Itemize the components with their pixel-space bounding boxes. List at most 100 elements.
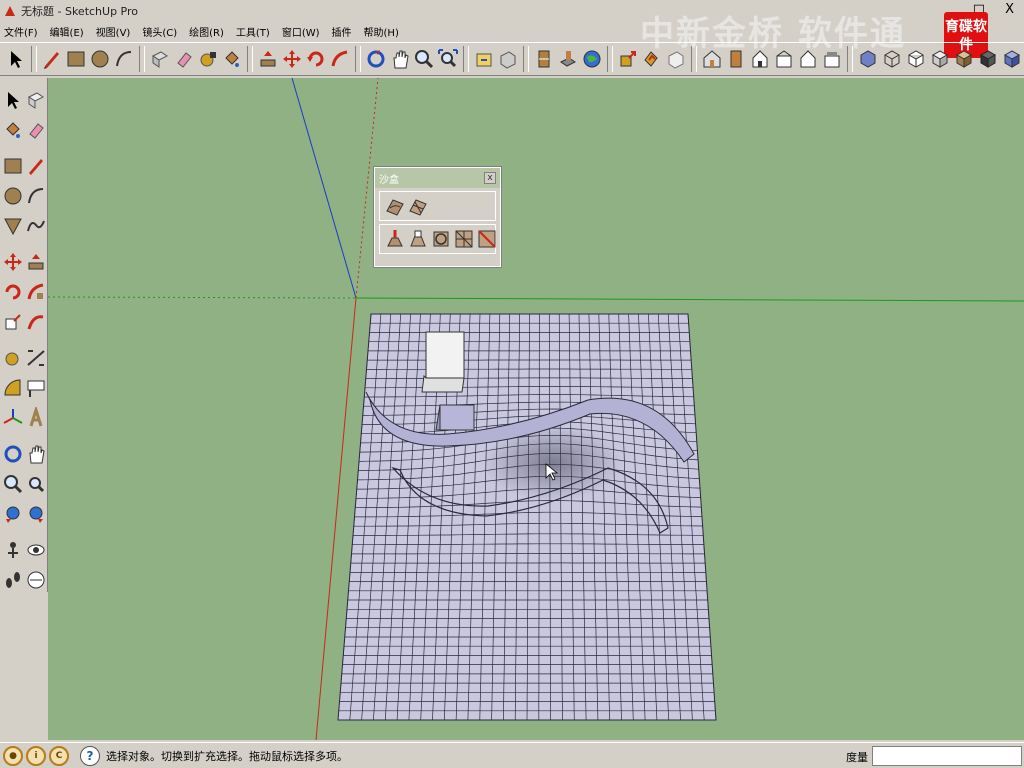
orbit-button[interactable] — [1, 440, 24, 468]
rectangle-tool-button[interactable] — [64, 46, 88, 72]
move-tool-button[interactable] — [280, 46, 304, 72]
circle-tool-button[interactable] — [88, 46, 112, 72]
get-models-button[interactable] — [472, 46, 496, 72]
select-tool-button[interactable] — [1, 86, 24, 114]
textured-style-button[interactable] — [952, 46, 976, 72]
back-view-button[interactable] — [796, 46, 820, 72]
measurements-input[interactable] — [872, 746, 1022, 766]
zoom-extents-button[interactable] — [436, 46, 460, 72]
modeling-viewport[interactable]: 沙盒 x — [48, 78, 1024, 740]
next-view-button[interactable] — [24, 500, 47, 528]
rectangle-tool-button[interactable] — [1, 152, 24, 180]
menu-tools[interactable]: 工具(T) — [236, 24, 270, 39]
tape-measure-button[interactable] — [196, 46, 220, 72]
pan-button[interactable] — [388, 46, 412, 72]
iso-view-button[interactable] — [700, 46, 724, 72]
protractor-tool-button[interactable] — [1, 374, 24, 402]
credits-icon[interactable]: i — [26, 745, 46, 766]
axes-tool-button[interactable] — [1, 404, 24, 432]
xray-style-button[interactable] — [856, 46, 880, 72]
monochrome-style-button[interactable] — [976, 46, 1000, 72]
right-view-button[interactable] — [772, 46, 796, 72]
stamp-block[interactable] — [435, 404, 475, 431]
close-button[interactable]: X — [1005, 2, 1014, 17]
wireframe-style-button[interactable] — [880, 46, 904, 72]
text-tool-button[interactable] — [24, 374, 47, 402]
offset-tool-button[interactable] — [640, 46, 664, 72]
section-plane-button[interactable] — [24, 566, 47, 594]
eraser-tool-button[interactable] — [24, 116, 47, 144]
eraser-tool-button[interactable] — [172, 46, 196, 72]
menu-window[interactable]: 窗口(W) — [282, 24, 320, 39]
stamp-button[interactable] — [407, 227, 429, 251]
outer-shell-button[interactable] — [664, 46, 688, 72]
menu-plugins[interactable]: 插件 — [332, 24, 352, 39]
push-pull-button[interactable] — [256, 46, 280, 72]
zoom-extents-button[interactable] — [24, 470, 47, 498]
xray-button[interactable] — [556, 46, 580, 72]
arc-tool-button[interactable] — [112, 46, 136, 72]
instructor-help-icon[interactable]: ? — [80, 745, 100, 766]
left-view-button[interactable] — [820, 46, 844, 72]
drape-button[interactable] — [430, 227, 452, 251]
select-tool-button[interactable] — [4, 46, 28, 72]
right-view-icon — [776, 50, 792, 68]
position-camera-button[interactable] — [1, 536, 24, 564]
hidden-line-style-button[interactable] — [904, 46, 928, 72]
tape-measure-button[interactable] — [1, 344, 24, 372]
circle-tool-button[interactable] — [1, 182, 24, 210]
shaded-style-button[interactable] — [928, 46, 952, 72]
make-component-button[interactable] — [148, 46, 172, 72]
3d-text-tool-button[interactable] — [24, 404, 47, 432]
scene-canvas[interactable] — [48, 78, 1024, 740]
top-view-button[interactable] — [724, 46, 748, 72]
google-earth-button[interactable] — [580, 46, 604, 72]
push-pull-button[interactable] — [24, 248, 47, 276]
menu-camera[interactable]: 镜头(C) — [142, 24, 177, 39]
orbit-button[interactable] — [364, 46, 388, 72]
white-box[interactable] — [421, 331, 465, 393]
add-detail-button[interactable] — [453, 227, 475, 251]
from-scratch-button[interactable] — [407, 194, 429, 218]
menu-edit[interactable]: 编辑(E) — [50, 24, 84, 39]
front-view-button[interactable] — [748, 46, 772, 72]
back-edges-style-button[interactable] — [1000, 46, 1024, 72]
paint-bucket-button[interactable] — [1, 116, 24, 144]
rotate-tool-button[interactable] — [304, 46, 328, 72]
scale-tool-button[interactable] — [1, 308, 24, 336]
follow-me-button[interactable] — [328, 46, 352, 72]
dimension-tool-button[interactable] — [24, 344, 47, 372]
geo-location-icon[interactable]: ● — [3, 745, 23, 766]
sandbox-panel-close-button[interactable]: x — [484, 172, 496, 184]
from-contours-button[interactable] — [384, 194, 406, 218]
line-tool-button[interactable] — [40, 46, 64, 72]
flip-edge-button[interactable] — [476, 227, 498, 251]
zoom-button[interactable] — [412, 46, 436, 72]
sandbox-panel-header[interactable]: 沙盒 x — [375, 168, 500, 188]
follow-me-button[interactable] — [24, 278, 47, 306]
offset-tool-button[interactable] — [24, 308, 47, 336]
section-plane-button[interactable] — [532, 46, 556, 72]
menu-help[interactable]: 帮助(H) — [364, 24, 399, 39]
rotate-tool-button[interactable] — [1, 278, 24, 306]
share-model-button[interactable] — [496, 46, 520, 72]
walk-button[interactable] — [1, 566, 24, 594]
menu-draw[interactable]: 绘图(R) — [189, 24, 224, 39]
pan-button[interactable] — [24, 440, 47, 468]
sandbox-toolbar-panel[interactable]: 沙盒 x — [373, 166, 502, 268]
copyright-icon[interactable]: C — [49, 745, 69, 766]
menu-file[interactable]: 文件(F) — [4, 24, 38, 39]
smoove-button[interactable] — [384, 227, 406, 251]
menu-view[interactable]: 视图(V) — [96, 24, 131, 39]
previous-view-button[interactable] — [1, 500, 24, 528]
freehand-tool-button[interactable] — [24, 212, 47, 240]
scale-tool-button[interactable] — [616, 46, 640, 72]
arc-tool-button[interactable] — [24, 182, 47, 210]
move-tool-button[interactable] — [1, 248, 24, 276]
paint-bucket-button[interactable] — [220, 46, 244, 72]
polygon-tool-button[interactable] — [1, 212, 24, 240]
zoom-button[interactable] — [1, 470, 24, 498]
look-around-button[interactable] — [24, 536, 47, 564]
make-component-button[interactable] — [24, 86, 47, 114]
line-tool-button[interactable] — [24, 152, 47, 180]
